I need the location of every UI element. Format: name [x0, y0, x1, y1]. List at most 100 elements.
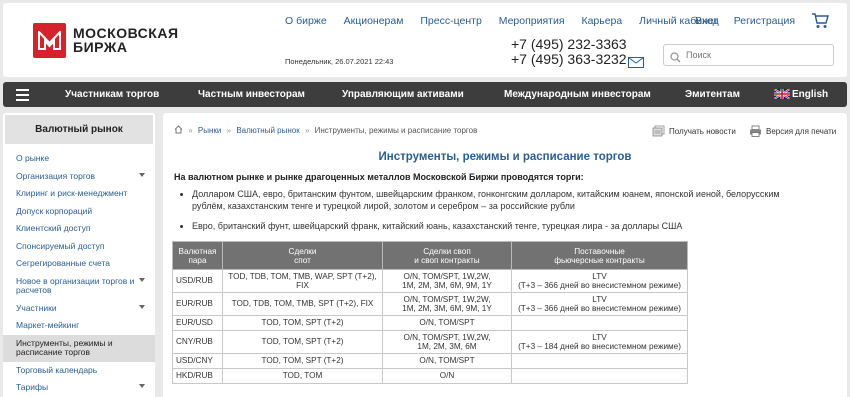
- cell-line: O/N, TOM/SPT, 1W,2W,: [403, 271, 491, 281]
- nav-issuers[interactable]: Эмитентам: [685, 89, 740, 100]
- breadcrumb-current: Инструменты, режимы и расписание торгов: [314, 126, 478, 135]
- print-version-label: Версия для печати: [766, 127, 837, 136]
- cell-swap: O/N, TOM/SPT, 1W,2W, 1M, 2M, 3M, 6M: [382, 330, 512, 354]
- sidebar-item-market-making[interactable]: Маркет-мейкинг: [3, 317, 155, 335]
- nav-international[interactable]: Международным инвесторам: [504, 89, 651, 100]
- login-link[interactable]: Вход: [695, 15, 719, 27]
- cell-futures: [511, 368, 688, 384]
- header-line: Валютная: [178, 246, 217, 256]
- sidebar-item-segregated[interactable]: Сегрегированные счета: [3, 255, 155, 273]
- logo-line-2: БИРЖА: [73, 39, 128, 55]
- cell-spot: TOD, TDB, TOM, TMB, WAP, SPT (T+2), FIX: [222, 269, 383, 293]
- page-title: Инструменты, режимы и расписание торгов: [378, 151, 632, 163]
- breadcrumb-separator: »: [226, 126, 232, 135]
- top-nav-shareholders[interactable]: Акционерам: [344, 15, 404, 27]
- breadcrumb-separator: »: [188, 126, 193, 135]
- auth-links: Вход Регистрация: [695, 15, 807, 27]
- cell-line: 1M, 2M, 3M, 6M: [417, 342, 477, 351]
- sidebar-item-label: Допуск корпораций: [16, 205, 93, 216]
- sidebar-item-calendar[interactable]: Торговый календарь: [3, 362, 155, 380]
- current-date: Понедельник, 26.07.2021 22:43: [285, 57, 394, 66]
- sidebar-item-tariffs[interactable]: Тарифы: [3, 379, 155, 397]
- subscribe-news-label: Получать новости: [669, 127, 736, 136]
- cell-pair: CNY/RUB: [172, 330, 223, 354]
- sidebar-item-label: Маркет-мейкинг: [16, 320, 80, 330]
- nav-asset-managers[interactable]: Управляющим активами: [342, 89, 464, 100]
- cell-line: O/N, TOM/SPT, 1W,2W,: [403, 332, 491, 342]
- cell-futures: [511, 315, 688, 331]
- cell-line: (T+3 – 366 дней во внесистемном режиме): [518, 281, 681, 290]
- sidebar-item-corporate-access[interactable]: Допуск корпораций: [3, 203, 155, 221]
- cell-line: (T+3 – 366 дней во внесистемном режиме): [518, 304, 681, 313]
- chevron-down-icon[interactable]: [139, 304, 145, 309]
- sidebar-item-new-trading[interactable]: Новое в организации торгов и расчетов: [3, 273, 155, 300]
- nav-private-investors[interactable]: Частным инвесторам: [198, 89, 305, 100]
- column-header-swap: Сделки своп и своп контракты: [382, 241, 512, 270]
- cell-swap: O/N: [382, 368, 512, 384]
- chevron-down-icon[interactable]: [139, 172, 145, 177]
- table-row: EUR/RUB TOD, TDB, TOM, TMB, SPT (T+2), F…: [172, 292, 688, 316]
- top-nav-events[interactable]: Мероприятия: [499, 15, 565, 27]
- top-nav-about[interactable]: О бирже: [285, 15, 327, 27]
- nav-participants[interactable]: Участникам торгов: [65, 89, 159, 100]
- uk-flag-icon[interactable]: [774, 89, 790, 99]
- column-header-spot: Сделки спот: [222, 241, 383, 270]
- sidebar-item-label: Клиринг и риск-менеджмент: [16, 188, 128, 198]
- cell-futures: [511, 353, 688, 369]
- cell-pair: USD/CNY: [172, 353, 223, 369]
- main-content: » Рынки » Валютный рынок » Инструменты, …: [163, 113, 847, 397]
- main-nav: Участникам торгов Частным инвесторам Упр…: [3, 82, 847, 107]
- cell-line: O/N, TOM/SPT, 1W,2W,: [403, 294, 491, 304]
- sidebar-item-label: Организация торгов: [16, 170, 96, 181]
- mail-icon[interactable]: [628, 55, 644, 73]
- search-input[interactable]: [686, 48, 826, 62]
- sidebar-item-clearing[interactable]: Клиринг и риск-менеджмент: [3, 185, 155, 203]
- sidebar-item-trading-org[interactable]: Организация торгов: [3, 168, 155, 186]
- logo-text[interactable]: МОСКОВСКАЯ БИРЖА: [73, 26, 179, 54]
- table-row: CNY/RUB TOD, TOM, SPT (T+2) O/N, TOM/SPT…: [172, 330, 688, 354]
- sidebar-item-label: О рынке: [16, 153, 50, 163]
- phone-1[interactable]: +7 (495) 232-3363: [511, 37, 627, 52]
- home-icon[interactable]: [174, 125, 183, 134]
- sidebar-item-label: Торговый календарь: [16, 364, 98, 375]
- menu-icon[interactable]: [16, 89, 29, 104]
- moex-logo-icon[interactable]: [33, 23, 66, 58]
- column-header-futures: Поставочные фьючерсные контракты: [511, 241, 688, 270]
- chevron-down-icon[interactable]: [139, 277, 145, 282]
- sidebar-item-client-access[interactable]: Клиентский доступ: [3, 220, 155, 238]
- site-header: МОСКОВСКАЯ БИРЖА О бирже Акционерам Прес…: [3, 3, 847, 77]
- breadcrumb: » Рынки » Валютный рынок » Инструменты, …: [174, 125, 477, 135]
- sidebar-item-label: Инструменты, режимы и расписание торгов: [16, 337, 113, 357]
- sidebar-item-label: Участники: [16, 302, 57, 313]
- cell-spot: TOD, TOM, SPT (T+2): [222, 330, 383, 354]
- register-link[interactable]: Регистрация: [734, 15, 795, 27]
- search-box: [663, 44, 834, 66]
- table-row: USD/RUB TOD, TDB, TOM, TMB, WAP, SPT (T+…: [172, 269, 688, 293]
- table-header-row: Валютная пара Сделки спот Сделки своп и сво…: [172, 241, 688, 270]
- cell-pair: USD/RUB: [172, 269, 223, 293]
- sidebar-title[interactable]: Валютный рынок: [3, 113, 155, 146]
- bullet-item: Долларом США, евро, британским фунтом, ш…: [192, 189, 812, 212]
- sidebar-item-label: Сегрегированные счета: [16, 258, 111, 268]
- sidebar-item-about[interactable]: О рынке: [3, 150, 155, 168]
- top-nav-press[interactable]: Пресс-центр: [420, 15, 481, 27]
- breadcrumb-fx-market[interactable]: Валютный рынок: [236, 126, 299, 135]
- subscribe-news-link[interactable]: Получать новости: [652, 125, 736, 137]
- cart-icon[interactable]: [811, 13, 829, 34]
- breadcrumb-markets[interactable]: Рынки: [198, 126, 221, 135]
- nav-english[interactable]: English: [792, 89, 828, 100]
- sidebar-item-sponsored-access[interactable]: Спонсируемый доступ: [3, 238, 155, 256]
- sidebar-item-label: Спонсируемый доступ: [16, 240, 105, 251]
- news-icon: [652, 125, 665, 137]
- cell-swap: O/N, TOM/SPT, 1W,2W, 1M, 2M, 3M, 6M, 9M, …: [382, 292, 512, 316]
- search-icon[interactable]: [670, 50, 681, 68]
- sidebar-item-participants[interactable]: Участники: [3, 300, 155, 318]
- phone-2[interactable]: +7 (495) 363-3232: [511, 52, 627, 67]
- cell-spot: TOD, TOM, SPT (T+2): [222, 315, 383, 331]
- chevron-down-icon[interactable]: [139, 384, 145, 388]
- cell-swap: O/N, TOM/SPT: [382, 315, 512, 331]
- print-version-link[interactable]: Версия для печати: [749, 125, 836, 137]
- cell-futures: LTV (T+3 – 184 дней во внесистемном режим…: [511, 330, 688, 354]
- top-nav-career[interactable]: Карьера: [581, 15, 622, 27]
- sidebar-item-instruments[interactable]: Инструменты, режимы и расписание торгов: [3, 334, 155, 362]
